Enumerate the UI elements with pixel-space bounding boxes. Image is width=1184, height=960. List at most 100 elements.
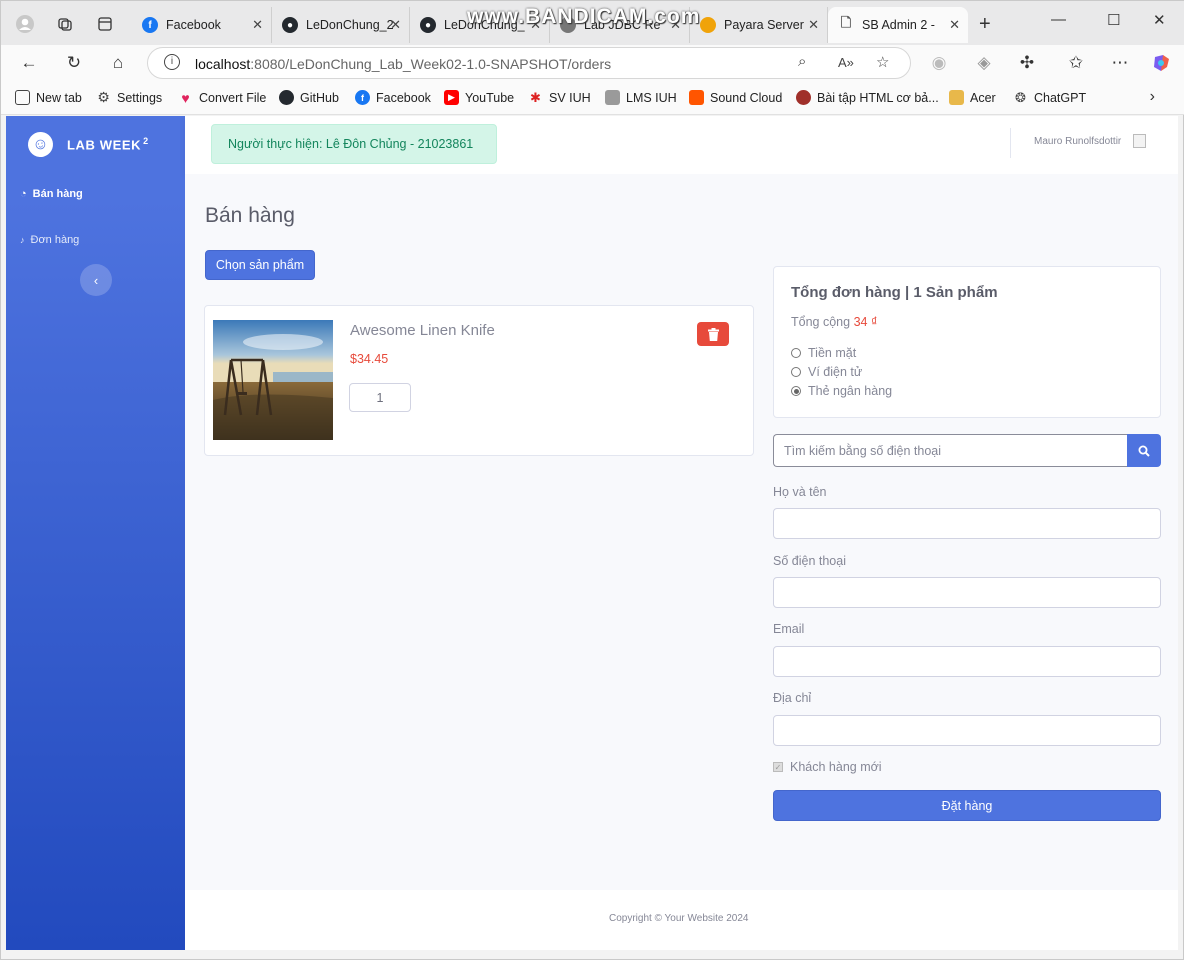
shield-extension-icon[interactable]: ◈ — [972, 51, 996, 75]
bookmark-sv-iuh[interactable]: ✱ SV IUH — [528, 90, 591, 105]
new-customer-checkbox-row[interactable]: ✓ Khách hàng mới — [773, 760, 882, 774]
bookmark-soundcloud[interactable]: Sound Cloud — [689, 90, 782, 105]
tab-facebook[interactable]: f Facebook ✕ — [132, 7, 272, 43]
bookmarks-bar: New tab ⚙ Settings ♥ Convert File GitHub f… — [1, 81, 1184, 115]
author-alert: Người thực hiện: Lê Đôn Chủng - 21023861 — [211, 124, 497, 164]
payment-option-cash[interactable]: Tiền mặt — [791, 346, 856, 360]
bookmark-chatgpt[interactable]: ❂ ChatGPT — [1013, 90, 1086, 105]
address-label: Địa chỉ — [773, 691, 812, 705]
extensions-puzzle-icon[interactable]: ✣ — [1015, 51, 1039, 75]
bookmark-youtube[interactable]: ▶ YouTube — [444, 90, 514, 105]
url-text[interactable]: localhost:8080/LeDonChung_Lab_Week02-1.0… — [195, 56, 611, 72]
more-menu-icon[interactable]: ⋯ — [1108, 51, 1132, 75]
new-customer-checkbox[interactable]: ✓ — [773, 762, 783, 772]
bookmark-github[interactable]: GitHub — [279, 90, 339, 105]
tab-title: Facebook — [166, 18, 221, 32]
close-icon[interactable]: ✕ — [949, 17, 960, 33]
address-bar[interactable]: i localhost:8080/LeDonChung_Lab_Week02-1… — [147, 47, 911, 79]
user-name[interactable]: Mauro Runolfsdottir — [1034, 136, 1121, 147]
address-bar-row: ← ↻ ⌂ i localhost:8080/LeDonChung_Lab_We… — [1, 45, 1184, 81]
tab-github-1[interactable]: ● LeDonChung_2 ✕ — [272, 7, 410, 43]
home-icon[interactable]: ⌂ — [106, 51, 130, 75]
product-name: Awesome Linen Knife — [350, 322, 495, 339]
zoom-icon[interactable]: ⌕ — [798, 53, 806, 70]
radio-button[interactable] — [791, 386, 801, 396]
info-icon[interactable]: i — [164, 54, 180, 70]
github-icon: ● — [282, 17, 298, 33]
phone-label: Số điện thoại — [773, 554, 846, 568]
minimize-icon[interactable]: — — [1051, 11, 1066, 28]
tab-strip: f Facebook ✕ ● LeDonChung_2 ✕ ● LeDonChu… — [1, 1, 1184, 45]
close-icon[interactable]: ✕ — [252, 17, 263, 33]
product-image — [213, 320, 333, 440]
bookmark-html-exercises[interactable]: Bài tập HTML cơ bả... — [796, 90, 939, 105]
favorites-icon[interactable]: ✩ — [1064, 51, 1088, 75]
chevron-left-icon: ‹ — [93, 272, 99, 288]
phone-search-input[interactable]: Tìm kiếm bằng số điện thoại — [773, 434, 1128, 467]
avatar[interactable] — [1133, 134, 1146, 148]
phone-field[interactable] — [773, 577, 1161, 608]
bookmark-acer[interactable]: Acer — [949, 90, 996, 105]
youtube-icon: ▶ — [444, 90, 459, 105]
order-total: Tổng cộng 34 ₫ — [791, 315, 878, 329]
choose-product-button[interactable]: Chọn sản phẩm — [205, 250, 315, 280]
bookmark-facebook[interactable]: f Facebook — [355, 90, 431, 105]
refresh-icon[interactable]: ↻ — [62, 51, 86, 75]
new-tab-icon[interactable]: + — [979, 13, 991, 36]
close-icon[interactable]: ✕ — [808, 17, 819, 33]
close-window-icon[interactable]: ✕ — [1153, 11, 1166, 29]
product-price: $34.45 — [350, 352, 389, 366]
tab-payara[interactable]: Payara Server ✕ — [690, 7, 828, 43]
document-icon: 🗋 — [840, 15, 852, 30]
sv-iuh-icon: ✱ — [530, 89, 541, 105]
footer: Copyright © Your Website 2024 — [185, 890, 1178, 950]
address-field[interactable] — [773, 715, 1161, 746]
workspaces-icon[interactable] — [51, 10, 79, 38]
tab-actions-icon[interactable] — [91, 10, 119, 38]
payment-option-bank-card[interactable]: Thẻ ngân hàng — [791, 384, 892, 398]
email-label: Email — [773, 622, 805, 636]
bookmark-new-tab[interactable]: New tab — [15, 90, 82, 105]
tab-title: LeDonChung_2 — [306, 18, 394, 32]
radio-button[interactable] — [791, 367, 801, 377]
tab-sb-admin[interactable]: 🗋 SB Admin 2 - ✕ — [828, 7, 968, 43]
topbar: Người thực hiện: Lê Đôn Chủng - 21023861… — [185, 116, 1178, 174]
sidebar-toggle-button[interactable]: ‹ — [80, 264, 112, 296]
place-order-button[interactable]: Đặt hàng — [773, 790, 1161, 821]
search-button[interactable] — [1127, 434, 1161, 467]
trash-icon — [707, 327, 719, 341]
facebook-icon: f — [142, 17, 158, 33]
back-arrow-icon[interactable]: ← — [17, 51, 41, 75]
sidebar-item-orders[interactable]: ♪ Đơn hàng — [20, 234, 79, 246]
extension-icon[interactable]: ◉ — [927, 51, 951, 75]
close-icon[interactable]: ✕ — [390, 17, 401, 33]
brand-text: LAB WEEK 2 — [67, 135, 149, 153]
read-aloud-icon[interactable]: A» — [838, 55, 854, 70]
laugh-wink-icon: ☺ — [25, 128, 56, 160]
fullname-field[interactable] — [773, 508, 1161, 539]
page-title: Bán hàng — [205, 204, 295, 227]
sidebar-brand[interactable]: ☺ LAB WEEK 2 — [25, 128, 149, 160]
sidebar-item-sales[interactable]: ◔ Bán hàng — [20, 188, 83, 200]
browser-window: f Facebook ✕ ● LeDonChung_2 ✕ ● LeDonChu… — [0, 0, 1184, 960]
bookmark-settings[interactable]: ⚙ Settings — [96, 89, 162, 105]
bookmark-convert-file[interactable]: ♥ Convert File — [178, 90, 266, 106]
order-summary-card: Tổng đơn hàng | 1 Sản phẩm Tổng cộng 34 … — [773, 266, 1161, 418]
chevron-right-icon[interactable]: › — [1150, 88, 1155, 106]
payment-option-ewallet[interactable]: Ví điện tử — [791, 365, 862, 379]
search-icon — [1138, 445, 1150, 457]
radio-button[interactable] — [791, 348, 801, 358]
copilot-icon[interactable] — [1149, 51, 1173, 75]
customer-search: Tìm kiếm bằng số điện thoại — [773, 434, 1161, 467]
favorite-star-icon[interactable]: ☆ — [876, 53, 889, 71]
quantity-input[interactable]: 1 — [349, 383, 411, 412]
github-icon — [279, 90, 294, 105]
topbar-divider — [1010, 128, 1011, 158]
email-field[interactable] — [773, 646, 1161, 677]
soundcloud-icon — [689, 90, 704, 105]
profile-icon[interactable] — [11, 10, 39, 38]
delete-product-button[interactable] — [697, 322, 729, 346]
bookmark-lms-iuh[interactable]: LMS IUH — [605, 90, 677, 105]
maximize-icon[interactable]: ☐ — [1107, 11, 1120, 29]
page-viewport: ☺ LAB WEEK 2 ◔ Bán hàng ♪ Đơn hàng ‹ Ngườ… — [6, 116, 1178, 950]
